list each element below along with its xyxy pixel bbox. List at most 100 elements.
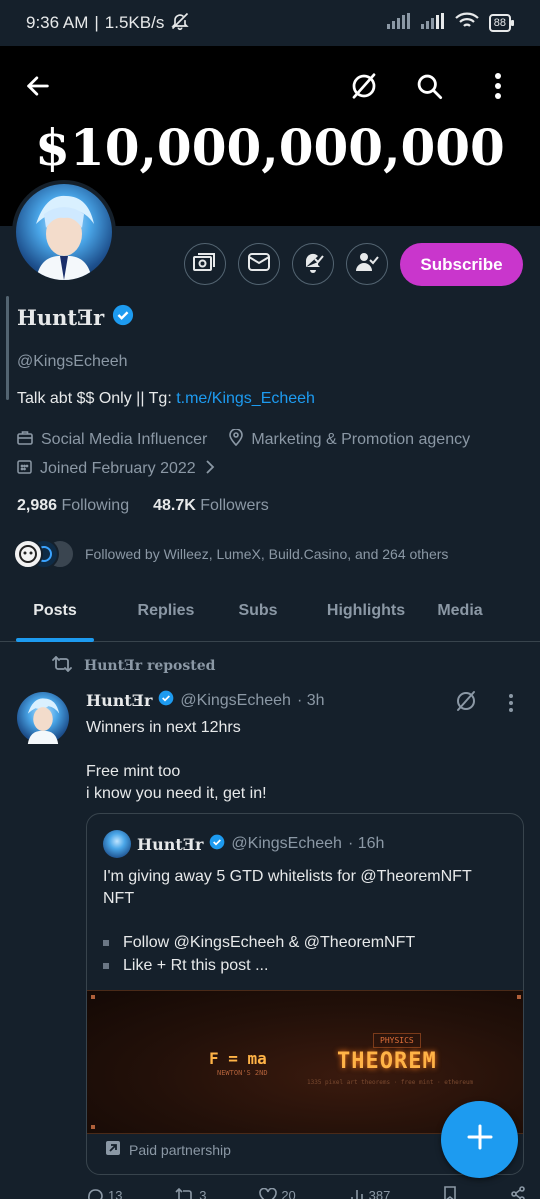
post-time: · 3h	[296, 691, 325, 709]
post-avatar[interactable]	[17, 692, 69, 744]
bio-text: Talk abt $$ Only || Tg:	[17, 390, 177, 407]
post-text-line1: Winners in next 12hrs	[86, 719, 241, 736]
status-speed: 1.5KB/s	[104, 13, 165, 32]
grok-icon[interactable]	[454, 689, 478, 718]
quote-author: HuntƎr	[137, 834, 204, 854]
profile-name: HuntƎr	[17, 305, 105, 330]
paid-partnership-label: Paid partnership	[129, 1141, 231, 1158]
grok-icon[interactable]	[344, 66, 384, 106]
bell-check-icon	[301, 250, 325, 279]
back-button[interactable]	[18, 66, 58, 106]
tip-button[interactable]	[184, 243, 226, 285]
repost-count: 3	[199, 1188, 207, 1199]
status-time: 9:36 AM	[26, 13, 89, 32]
avatar[interactable]	[12, 180, 116, 284]
reply-count: 13	[108, 1188, 123, 1199]
share-icon	[511, 1186, 525, 1199]
profile-name-row: HuntƎr	[17, 304, 134, 331]
person-check-icon	[355, 250, 379, 279]
repost-indicator: HuntƎr reposted	[52, 656, 215, 675]
profile-counts: 2,986 Following 48.7K Followers	[17, 497, 269, 515]
media-formula: F = ma	[209, 1049, 267, 1068]
profile-joined: Joined February 2022	[40, 460, 196, 477]
verified-icon	[158, 690, 174, 711]
quote-time: · 16h	[347, 835, 385, 852]
bookmark-icon	[444, 1186, 456, 1199]
subscribe-button[interactable]: Subscribe	[400, 243, 523, 286]
notifications-button[interactable]	[292, 243, 334, 285]
bookmark-button[interactable]	[443, 1186, 457, 1199]
more-options-icon[interactable]	[478, 66, 518, 106]
corner-mark	[91, 1125, 95, 1129]
briefcase-icon	[17, 430, 33, 450]
paid-partnership-icon	[105, 1140, 121, 1159]
reply-icon	[88, 1188, 103, 1199]
post-more-icon[interactable]	[508, 693, 514, 718]
following-link[interactable]: 2,986 Following	[17, 497, 129, 515]
money-icon	[193, 251, 217, 278]
followers-label: Followers	[200, 497, 269, 514]
quote-bullet-2: Like + Rt this post ...	[103, 955, 268, 977]
plus-icon	[466, 1123, 494, 1156]
status-bar: 9:36 AM | 1.5KB/s 88	[0, 0, 540, 46]
quote-bullet-1: Follow @KingsEcheeh & @TheoremNFT	[103, 932, 415, 954]
quote-text-2: NFT	[103, 890, 135, 907]
tab-highlights[interactable]: Highlights	[321, 586, 411, 641]
chevron-right-icon	[204, 459, 216, 479]
mail-icon	[248, 252, 270, 276]
followers-link[interactable]: 48.7K Followers	[153, 497, 269, 515]
media-sub: 1335 pixel art theorems · free mint · et…	[307, 1079, 474, 1086]
media-title: THEOREM	[337, 1049, 437, 1074]
post-author[interactable]: HuntƎr	[86, 691, 152, 710]
like-button[interactable]: 20	[259, 1186, 296, 1199]
following-button[interactable]	[346, 243, 388, 285]
heart-icon	[259, 1187, 278, 1199]
repost-icon	[52, 656, 72, 675]
battery-icon: 88	[488, 14, 514, 32]
signal-icon-2	[420, 12, 445, 34]
profile-joined-row[interactable]: Joined February 2022	[17, 459, 216, 479]
quote-bullet-2-text: Like + Rt this post ...	[123, 957, 269, 974]
reply-button[interactable]: 13	[86, 1186, 122, 1199]
followers-count: 48.7K	[153, 497, 196, 514]
compose-button[interactable]	[441, 1101, 518, 1178]
following-count: 2,986	[17, 497, 58, 514]
views-button[interactable]: 387	[349, 1186, 391, 1199]
tab-subs[interactable]: Subs	[230, 586, 286, 641]
message-button[interactable]	[238, 243, 280, 285]
verified-icon	[209, 834, 225, 855]
signal-icon	[386, 12, 411, 34]
post-handle: @KingsEcheeh	[180, 691, 291, 709]
post-actions: 13 3 20 387	[86, 1186, 526, 1199]
repost-button[interactable]: 3	[175, 1186, 207, 1199]
banner-title: $10,000,000,000	[35, 118, 505, 177]
tab-posts[interactable]: Posts	[16, 586, 94, 642]
tab-replies[interactable]: Replies	[126, 586, 206, 641]
views-icon	[350, 1189, 363, 1199]
profile-meta-row: Social Media Influencer Marketing & Prom…	[17, 428, 470, 451]
search-icon[interactable]	[409, 66, 449, 106]
calendar-icon	[17, 459, 32, 479]
followed-by-text: Followed by Willeez, LumeX, Build.Casino…	[85, 546, 449, 562]
post-header: HuntƎr @KingsEcheeh · 3h	[86, 690, 325, 711]
following-label: Following	[61, 497, 130, 514]
post-text-line3: i know you need it, get in!	[86, 785, 267, 802]
wifi-icon	[454, 12, 479, 35]
share-button[interactable]	[510, 1186, 526, 1199]
profile-handle: @KingsEcheeh	[17, 353, 128, 370]
views-count: 387	[368, 1188, 391, 1199]
media-formula-sub: NEWTON'S 2ND	[217, 1069, 268, 1077]
profile-bio: Talk abt $$ Only || Tg: t.me/Kings_Echee…	[17, 390, 315, 408]
corner-mark	[517, 995, 521, 999]
quote-handle: @KingsEcheeh	[231, 835, 342, 852]
bio-link[interactable]: t.me/Kings_Echeeh	[176, 390, 315, 407]
location-icon	[229, 428, 244, 451]
quote-text-1: I'm giving away 5 GTD whitelists for @Th…	[103, 868, 472, 885]
quote-header: HuntƎr @KingsEcheeh · 16h	[103, 830, 384, 858]
status-separator: |	[94, 13, 99, 32]
quote-bullet-1-text: Follow @KingsEcheeh & @TheoremNFT	[123, 934, 416, 951]
follower-avatars	[13, 537, 75, 571]
tab-media[interactable]: Media	[431, 586, 489, 641]
repost-icon	[175, 1187, 194, 1199]
followed-by-row[interactable]: Followed by Willeez, LumeX, Build.Casino…	[13, 537, 448, 571]
